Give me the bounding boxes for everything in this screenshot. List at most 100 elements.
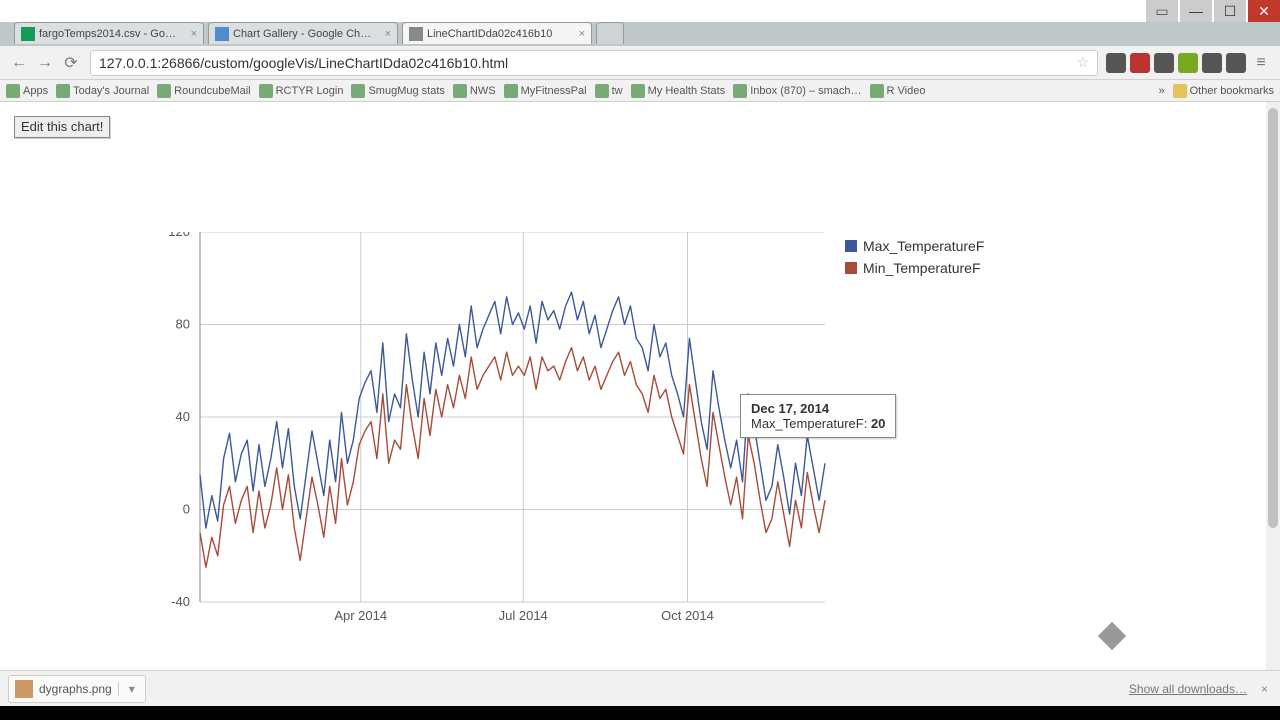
extension-icon[interactable] <box>1202 53 1222 73</box>
download-item[interactable]: dygraphs.png ▾ <box>8 675 146 703</box>
bookmark-item[interactable]: Inbox (870) – smach… <box>733 84 861 98</box>
bookmark-favicon-icon <box>56 84 70 98</box>
folder-icon <box>1173 84 1187 98</box>
extension-icon[interactable] <box>1130 53 1150 73</box>
bookmark-item[interactable]: SmugMug stats <box>351 84 444 98</box>
bookmark-item[interactable]: Today's Journal <box>56 84 149 98</box>
close-tab-icon[interactable]: × <box>185 28 197 40</box>
os-minimize-button[interactable]: — <box>1180 0 1212 22</box>
scrollbar-thumb[interactable] <box>1268 108 1278 528</box>
address-bar[interactable]: 127.0.0.1:26866/custom/googleVis/LineCha… <box>90 50 1098 76</box>
reload-button[interactable]: ⟳ <box>60 52 82 74</box>
bookmark-label: Other bookmarks <box>1190 85 1274 97</box>
bookmark-item[interactable]: RoundcubeMail <box>157 84 250 98</box>
chrome-menu-button[interactable]: ≡ <box>1250 52 1272 74</box>
download-filename: dygraphs.png <box>39 682 112 696</box>
bookmarks-overflow-icon[interactable]: » <box>1159 85 1165 97</box>
download-menu-icon[interactable]: ▾ <box>118 682 139 696</box>
svg-text:Jul 2014: Jul 2014 <box>499 608 548 623</box>
bookmark-label: tw <box>612 85 623 97</box>
bookmark-favicon-icon <box>504 84 518 98</box>
bookmark-star-icon[interactable]: ☆ <box>1076 54 1089 71</box>
legend-label-min: Min_TemperatureF <box>863 260 981 276</box>
bookmark-favicon-icon <box>870 84 884 98</box>
tooltip-date: Dec 17, 2014 <box>751 401 829 416</box>
vertical-scrollbar[interactable] <box>1266 102 1280 670</box>
letterbox-bottom <box>0 706 1280 720</box>
os-maximize-button[interactable]: ☐ <box>1214 0 1246 22</box>
bookmark-label: Today's Journal <box>73 85 149 97</box>
bookmark-favicon-icon <box>595 84 609 98</box>
new-tab-button[interactable] <box>596 22 624 44</box>
line-chart[interactable]: -40 0 40 80 120 Apr 2014 Jul 2014 Oct 2014 Max_… <box>110 232 1150 652</box>
tooltip-value: 20 <box>871 416 885 431</box>
bookmark-label: SmugMug stats <box>368 85 444 97</box>
svg-text:80: 80 <box>176 317 190 332</box>
bookmarks-bar: Apps Today's Journal RoundcubeMail RCTYR Lo… <box>0 80 1280 102</box>
bookmark-label: NWS <box>470 85 496 97</box>
bookmark-label: Apps <box>23 85 48 97</box>
bookmark-item[interactable]: MyFitnessPal <box>504 84 587 98</box>
os-close-button[interactable]: ✕ <box>1248 0 1280 22</box>
bookmark-favicon-icon <box>6 84 20 98</box>
bookmark-label: Inbox (870) – smach… <box>750 85 861 97</box>
bookmark-item[interactable]: Apps <box>6 84 48 98</box>
bookmark-item[interactable]: tw <box>595 84 623 98</box>
close-downloads-bar-button[interactable]: × <box>1257 682 1272 696</box>
edit-chart-button[interactable]: Edit this chart! <box>14 116 110 138</box>
back-button[interactable]: ← <box>8 52 30 74</box>
bookmark-favicon-icon <box>453 84 467 98</box>
favicon-icon <box>21 27 35 41</box>
bookmark-favicon-icon <box>631 84 645 98</box>
bookmark-label: MyFitnessPal <box>521 85 587 97</box>
bookmark-favicon-icon <box>259 84 273 98</box>
os-titlebar: ▭ — ☐ ✕ <box>0 0 1280 22</box>
legend-label-max: Max_TemperatureF <box>863 238 984 254</box>
favicon-icon <box>409 27 423 41</box>
browser-tab[interactable]: Chart Gallery - Google Ch… × <box>208 22 398 44</box>
chart-tooltip: Dec 17, 2014 Max_TemperatureF: 20 <box>740 394 896 438</box>
bookmark-label: My Health Stats <box>648 85 726 97</box>
close-tab-icon[interactable]: × <box>573 28 585 40</box>
svg-text:Apr 2014: Apr 2014 <box>334 608 387 623</box>
svg-text:120: 120 <box>168 232 190 239</box>
favicon-icon <box>215 27 229 41</box>
bookmark-favicon-icon <box>351 84 365 98</box>
extension-icon[interactable] <box>1178 53 1198 73</box>
os-user-icon[interactable]: ▭ <box>1146 0 1178 22</box>
bookmark-item[interactable]: My Health Stats <box>631 84 726 98</box>
svg-text:Oct 2014: Oct 2014 <box>661 608 714 623</box>
svg-text:-40: -40 <box>171 594 190 609</box>
extension-icon[interactable] <box>1226 53 1246 73</box>
show-all-downloads-link[interactable]: Show all downloads… <box>1129 682 1247 696</box>
bookmark-favicon-icon <box>157 84 171 98</box>
page-content: Edit this chart! -40 0 40 80 120 Apr 2014 Jul … <box>0 102 1266 670</box>
svg-text:40: 40 <box>176 409 190 424</box>
close-tab-icon[interactable]: × <box>379 28 391 40</box>
downloads-bar: dygraphs.png ▾ Show all downloads… × <box>0 670 1280 706</box>
legend-swatch-max <box>845 240 857 252</box>
tab-title: Chart Gallery - Google Ch… <box>233 28 371 40</box>
bookmark-favicon-icon <box>733 84 747 98</box>
bookmark-item[interactable]: NWS <box>453 84 496 98</box>
bookmark-label: RoundcubeMail <box>174 85 250 97</box>
bookmark-label: R Video <box>887 85 926 97</box>
file-thumbnail-icon <box>15 680 33 698</box>
extension-icon[interactable] <box>1106 53 1126 73</box>
browser-tabstrip: fargoTemps2014.csv - Go…×Chart Gallery -… <box>0 22 1280 46</box>
tab-title: fargoTemps2014.csv - Go… <box>39 28 176 40</box>
tab-title: LineChartIDda02c416b10 <box>427 28 552 40</box>
browser-toolbar: ← → ⟳ 127.0.0.1:26866/custom/googleVis/L… <box>0 46 1280 80</box>
bookmark-item[interactable]: R Video <box>870 84 926 98</box>
other-bookmarks-button[interactable]: Other bookmarks <box>1173 84 1274 98</box>
extension-icon[interactable] <box>1154 53 1174 73</box>
legend-swatch-min <box>845 262 857 274</box>
forward-button[interactable]: → <box>34 52 56 74</box>
browser-tab[interactable]: LineChartIDda02c416b10 × <box>402 22 592 44</box>
bookmark-item[interactable]: RCTYR Login <box>259 84 344 98</box>
browser-tab[interactable]: fargoTemps2014.csv - Go… × <box>14 22 204 44</box>
url-text: 127.0.0.1:26866/custom/googleVis/LineCha… <box>99 55 508 71</box>
bookmark-label: RCTYR Login <box>276 85 344 97</box>
tooltip-series-label: Max_TemperatureF: <box>751 416 867 431</box>
svg-text:0: 0 <box>183 502 190 517</box>
